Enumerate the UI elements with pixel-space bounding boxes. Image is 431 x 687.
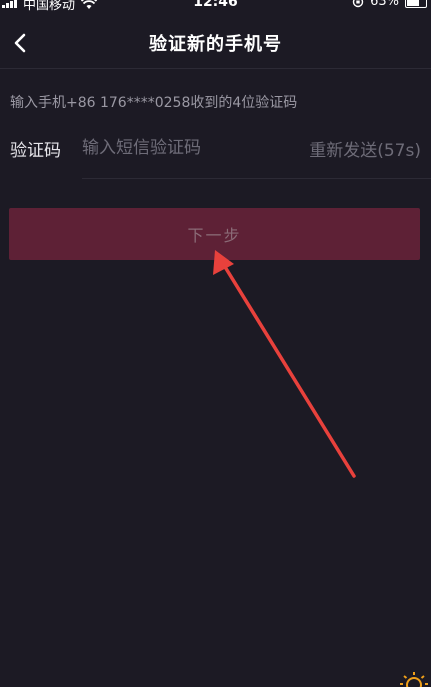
status-bar: 中国移动 12:46 63% [0, 0, 431, 13]
next-button[interactable]: 下一步 [9, 208, 420, 260]
sun-logo-icon [400, 672, 428, 687]
code-row: 验证码 重新发送(57s) [0, 128, 431, 178]
nav-divider [0, 68, 431, 69]
code-divider [82, 178, 431, 179]
code-input[interactable] [82, 134, 292, 162]
orientation-lock-icon [352, 0, 364, 7]
battery-percent: 63% [370, 0, 399, 9]
battery-icon [405, 0, 427, 8]
resend-button[interactable]: 重新发送(57s) [309, 136, 421, 161]
status-right: 63% [352, 0, 427, 9]
code-label: 验证码 [10, 141, 61, 161]
verification-hint: 输入手机+86 176****0258收到的4位验证码 [10, 95, 298, 111]
screen: 中国移动 12:46 63% 验证新的手机号 输入手机+86 176****02… [0, 0, 431, 687]
page-title: 验证新的手机号 [149, 34, 282, 55]
arrow-shaft [220, 260, 356, 478]
nav-bar: 验证新的手机号 [0, 20, 431, 66]
